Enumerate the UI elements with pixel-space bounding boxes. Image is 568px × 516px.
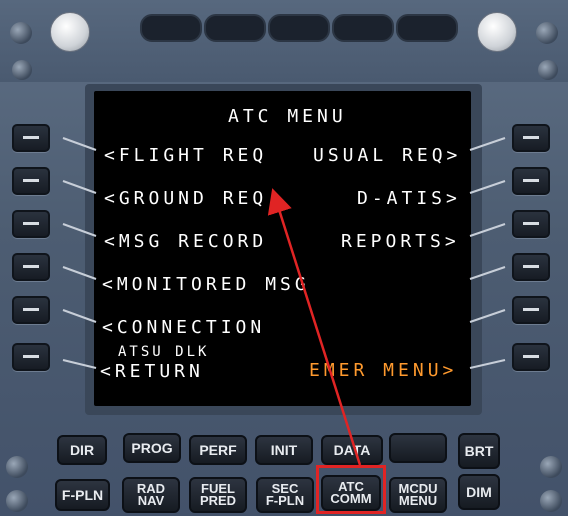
annotation-arrow: [267, 188, 362, 466]
